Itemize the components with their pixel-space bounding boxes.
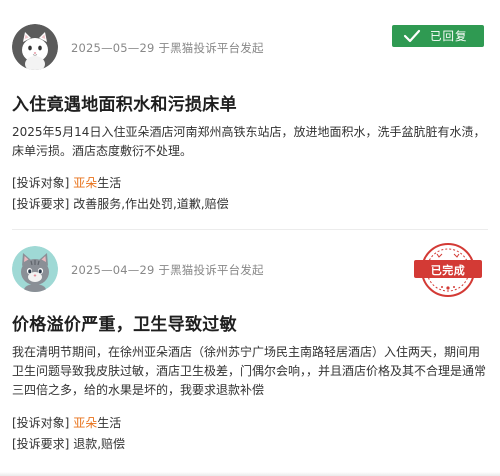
check-icon (403, 29, 421, 43)
complaint-meta: 2025—04—29 于黑猫投诉平台发起 (71, 263, 264, 277)
complaint-target-row: [投诉对象] 亚朵生活 (12, 174, 121, 191)
target-rest: 生活 (97, 416, 122, 430)
demand-label: [投诉要求] (12, 437, 70, 451)
status-label: 已回复 (430, 29, 468, 43)
complaint-card[interactable]: 2025—04—29 于黑猫投诉平台发起 已完成 价格溢价严重，卫生导致过敏 我… (0, 234, 500, 476)
status-badge: 已回复 (392, 25, 484, 47)
demand-label: [投诉要求] (12, 197, 70, 211)
target-rest: 生活 (97, 176, 122, 190)
completed-stamp-icon: 已完成 (414, 242, 482, 298)
status-label: 已完成 (430, 264, 466, 277)
target-brand-link[interactable]: 亚朵 (73, 416, 97, 430)
complaint-target-row: [投诉对象] 亚朵生活 (12, 414, 121, 431)
complaint-body: 我在清明节期间，在徐州亚朵酒店（徐州苏宁广场民主南路轻居酒店）入住两天，期间用卫… (12, 345, 487, 397)
demand-value: 改善服务,作出处罚,道歉,赔偿 (73, 197, 229, 211)
target-brand-link[interactable]: 亚朵 (73, 176, 97, 190)
target-label: [投诉对象] (12, 176, 70, 190)
complaint-demand-row: [投诉要求] 改善服务,作出处罚,道歉,赔偿 (12, 195, 229, 212)
complaint-title[interactable]: 入住竟遇地面积水和污损床单 (12, 90, 237, 115)
complaint-title[interactable]: 价格溢价严重，卫生导致过敏 (12, 310, 237, 335)
gray-cat-avatar-icon (12, 246, 58, 292)
complaint-meta: 2025—05—29 于黑猫投诉平台发起 (71, 41, 264, 55)
complaint-body: 2025年5月14日入住亚朵酒店河南郑州高铁东站店，放进地面积水，洗手盆肮脏有水… (12, 125, 486, 158)
target-label: [投诉对象] (12, 416, 70, 430)
card-divider (12, 229, 488, 230)
bottom-shade (0, 472, 500, 476)
complaint-list: 2025—05—29 于黑猫投诉平台发起 已回复 入住竟遇地面积水和污损床单 2… (0, 0, 500, 476)
cat-avatar-icon (12, 24, 58, 70)
complaint-card[interactable]: 2025—05—29 于黑猫投诉平台发起 已回复 入住竟遇地面积水和污损床单 2… (0, 0, 500, 228)
demand-value: 退款,赔偿 (73, 437, 126, 451)
complaint-demand-row: [投诉要求] 退款,赔偿 (12, 435, 125, 452)
